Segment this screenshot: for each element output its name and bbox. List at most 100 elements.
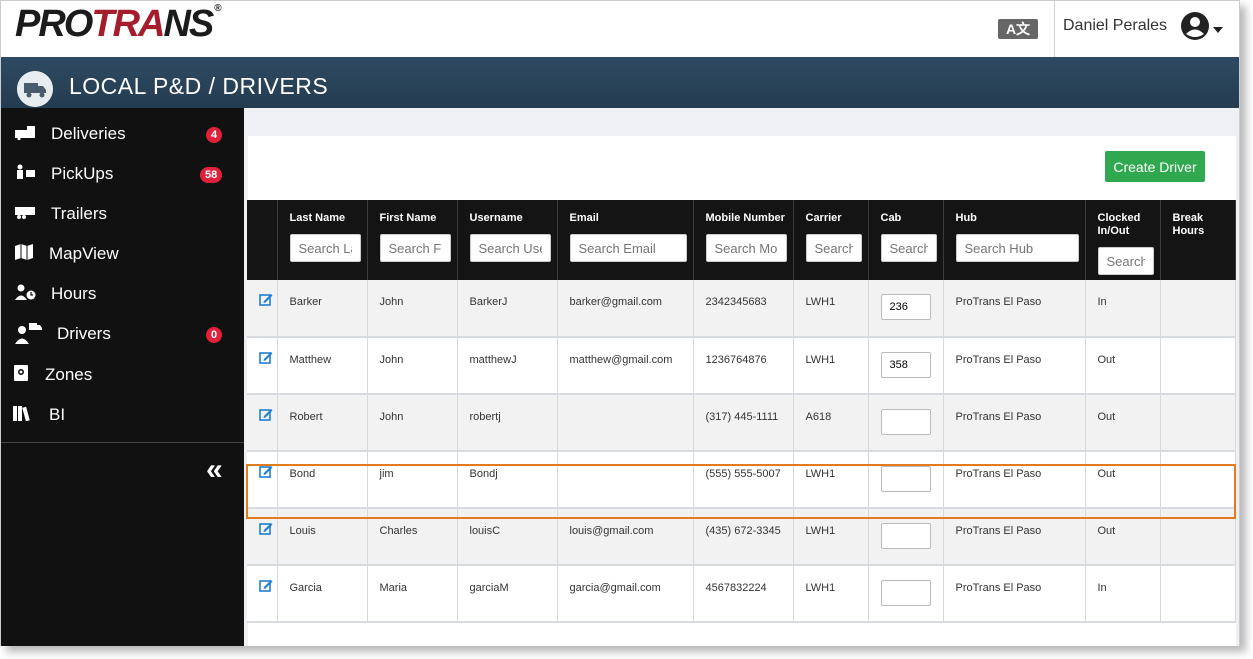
clocked-cell: Out <box>1085 508 1161 566</box>
search-cab-input[interactable] <box>880 234 937 262</box>
first-name-cell: John <box>367 394 458 452</box>
column-label: Last Name <box>289 212 346 224</box>
edit-cell <box>247 565 278 623</box>
zone-book-icon <box>14 365 28 381</box>
table-row: Garcia Maria garciaM garcia@gmail.com 456783… <box>247 565 1236 623</box>
hub-cell: ProTrans El Paso <box>943 394 1086 452</box>
sidebar-item-label: PickUps <box>51 164 114 183</box>
search-email-input[interactable] <box>569 234 687 262</box>
cab-cell <box>868 565 944 623</box>
username-cell: matthewJ <box>457 337 558 395</box>
mobile-cell: (317) 445-1111 <box>693 394 794 452</box>
collapse-sidebar-icon[interactable]: « <box>206 453 223 487</box>
sidebar-item-label: MapView <box>49 244 119 263</box>
table-row: Louis Charles louisC louis@gmail.com (435) 6… <box>247 508 1236 566</box>
first-name-cell: Maria <box>367 565 458 623</box>
edit-icon[interactable] <box>259 578 273 592</box>
search-first-name-input[interactable] <box>379 234 451 262</box>
column-header-last-name: Last Name <box>277 200 368 280</box>
hub-cell: ProTrans El Paso <box>943 508 1086 566</box>
search-mobile-input[interactable] <box>705 234 787 262</box>
column-label: Hub <box>955 212 977 224</box>
column-header-email: Email <box>557 200 694 280</box>
carrier-cell: LWH1 <box>793 508 869 566</box>
column-header-hub: Hub <box>943 200 1086 280</box>
search-clocked-input[interactable] <box>1097 247 1154 275</box>
clocked-cell: In <box>1085 280 1161 338</box>
sidebar-item-label: Zones <box>45 365 93 384</box>
cab-input[interactable] <box>880 466 931 492</box>
table-row: Robert John robertj (317) 445-1111 A618 ProTr… <box>247 394 1236 452</box>
drivers-table-body: Barker John BarkerJ barker@gmail.com 2342345… <box>247 280 1236 623</box>
create-driver-button[interactable]: Create Driver <box>1105 151 1205 182</box>
delivery-icon <box>15 126 35 140</box>
last-name-cell: Louis <box>277 508 368 566</box>
column-label: Username <box>469 212 523 224</box>
last-name-cell: Barker <box>277 280 368 338</box>
cab-input[interactable] <box>880 294 931 320</box>
email-cell: louis@gmail.com <box>557 508 694 566</box>
top-bar: PROTRANS ® A文 Daniel Perales <box>1 1 1239 57</box>
edit-icon[interactable] <box>259 464 273 478</box>
edit-icon[interactable] <box>259 521 273 535</box>
break-hours-cell <box>1160 565 1236 623</box>
table-row: Bond jim Bondj (555) 555-5007 LWH1 ProTrans E… <box>247 451 1236 509</box>
sidebar-item-trailers[interactable]: Trailers <box>1 192 244 232</box>
mobile-cell: 2342345683 <box>693 280 794 338</box>
email-cell <box>557 394 694 452</box>
first-name-cell: Charles <box>367 508 458 566</box>
username-cell: louisC <box>457 508 558 566</box>
sidebar-item-label: BI <box>49 405 66 424</box>
cab-cell <box>868 508 944 566</box>
last-name-cell: Robert <box>277 394 368 452</box>
search-hub-input[interactable] <box>955 234 1079 262</box>
edit-icon[interactable] <box>259 292 273 306</box>
carrier-cell: LWH1 <box>793 280 869 338</box>
cab-input[interactable] <box>880 580 931 606</box>
break-hours-cell <box>1160 451 1236 509</box>
search-last-name-input[interactable] <box>289 234 361 262</box>
edit-cell <box>247 280 278 338</box>
clocked-cell: Out <box>1085 451 1161 509</box>
column-label: Carrier <box>805 212 842 224</box>
edit-cell <box>247 394 278 452</box>
mobile-cell: 1236764876 <box>693 337 794 395</box>
protrans-logo[interactable]: PROTRANS ® <box>15 3 222 46</box>
first-name-cell: John <box>367 337 458 395</box>
search-username-input[interactable] <box>469 234 551 262</box>
carrier-cell: LWH1 <box>793 451 869 509</box>
sidebar-item-bi[interactable]: BI <box>1 393 244 433</box>
email-cell <box>557 451 694 509</box>
sidebar-item-drivers[interactable]: Drivers 0 <box>1 312 244 352</box>
table-row: Barker John BarkerJ barker@gmail.com 2342345… <box>247 280 1236 338</box>
sidebar-item-deliveries[interactable]: Deliveries 4 <box>1 112 244 152</box>
cab-input[interactable] <box>880 409 931 435</box>
driver-truck-icon <box>15 323 42 344</box>
carrier-cell: A618 <box>793 394 869 452</box>
search-carrier-input[interactable] <box>805 234 862 262</box>
sidebar-item-hours[interactable]: Hours <box>1 272 244 312</box>
cab-input[interactable] <box>880 523 931 549</box>
user-name[interactable]: Daniel Perales <box>1063 17 1167 35</box>
translate-icon[interactable]: A文 <box>998 19 1038 39</box>
divider <box>1054 1 1055 57</box>
column-label: Mobile Number <box>705 212 785 224</box>
email-cell: garcia@gmail.com <box>557 565 694 623</box>
last-name-cell: Garcia <box>277 565 368 623</box>
sidebar-item-zones[interactable]: Zones <box>1 353 244 393</box>
mobile-cell: 4567832224 <box>693 565 794 623</box>
chevron-down-icon[interactable] <box>1213 27 1223 33</box>
table-row: Matthew John matthewJ matthew@gmail.com 1236… <box>247 337 1236 395</box>
mobile-cell: (555) 555-5007 <box>693 451 794 509</box>
sidebar: Deliveries 4 PickUps 58 Trailers MapView… <box>1 108 244 646</box>
user-avatar-icon[interactable] <box>1180 11 1210 41</box>
sidebar-item-mapview[interactable]: MapView <box>1 232 244 272</box>
edit-icon[interactable] <box>259 407 273 421</box>
sidebar-item-pickups[interactable]: PickUps 58 <box>1 152 244 192</box>
table-header-row: Last Name First Name Username Email Mobi… <box>247 200 1236 280</box>
carrier-cell: LWH1 <box>793 565 869 623</box>
edit-icon[interactable] <box>259 350 273 364</box>
cab-input[interactable] <box>880 352 931 378</box>
sidebar-item-label: Trailers <box>51 204 108 223</box>
clocked-cell: In <box>1085 565 1161 623</box>
